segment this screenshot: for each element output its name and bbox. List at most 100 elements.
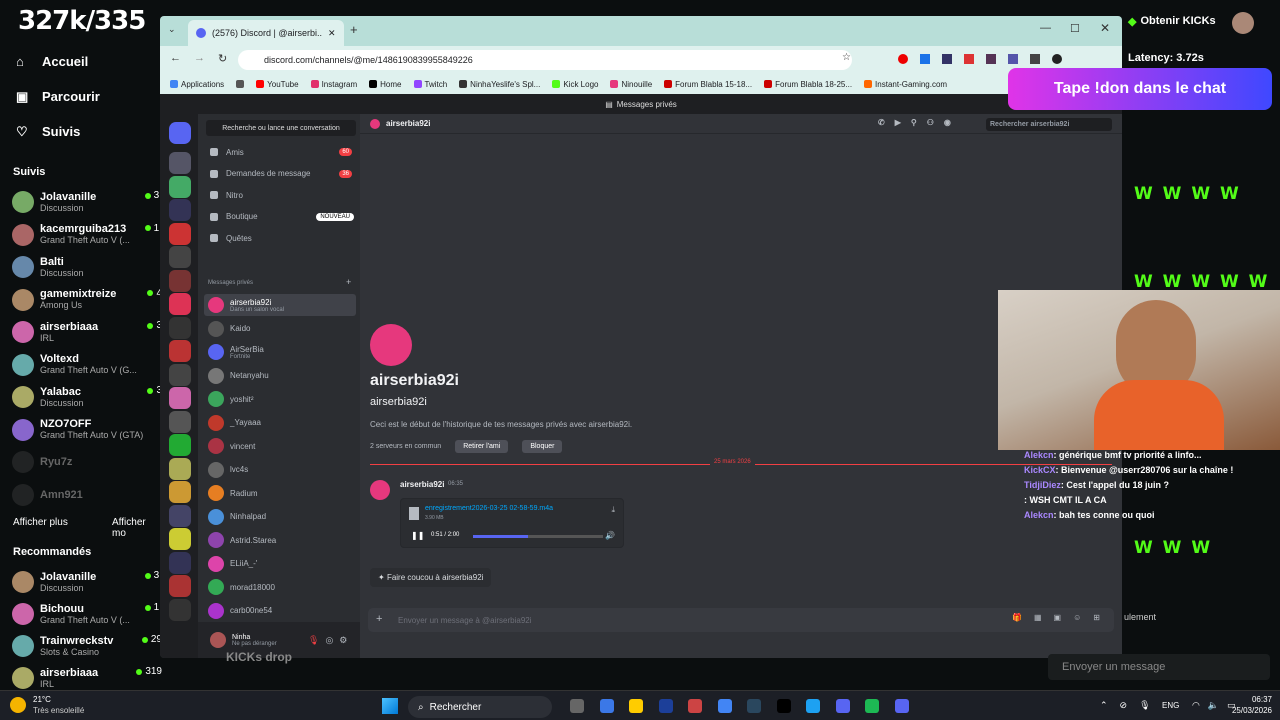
- chat-username[interactable]: Alekcn: [1024, 450, 1054, 460]
- dm-item[interactable]: morad18000: [204, 576, 356, 598]
- server-icon[interactable]: [169, 387, 191, 409]
- taskbar-search[interactable]: ⌕ Rechercher: [408, 696, 552, 718]
- extension-icon[interactable]: [898, 54, 908, 64]
- dm-item[interactable]: AirSerBia Fortnite: [204, 341, 356, 363]
- attach-plus-icon[interactable]: +: [376, 613, 382, 625]
- settings-gear-icon[interactable]: ⚙: [339, 635, 347, 646]
- dm-home-icon[interactable]: [169, 122, 191, 144]
- dm-item[interactable]: Radium: [204, 482, 356, 504]
- server-icon[interactable]: [169, 410, 191, 433]
- extension-icon[interactable]: [1008, 54, 1018, 64]
- premiere-icon[interactable]: [658, 699, 673, 713]
- download-icon[interactable]: ⤓: [611, 505, 615, 515]
- network-off-icon[interactable]: ⊘: [1120, 700, 1128, 711]
- extension-icon[interactable]: [964, 54, 974, 64]
- bookmark-item[interactable]: Kick Logo: [552, 80, 598, 89]
- avatar[interactable]: [370, 480, 390, 500]
- chat-username[interactable]: Alekcn: [1024, 510, 1054, 520]
- followed-channel[interactable]: kacemrguiba213 Grand Theft Auto V (... 1,: [12, 219, 162, 251]
- extension-icon[interactable]: [986, 54, 996, 64]
- followed-channel[interactable]: Ryu7z: [12, 446, 162, 478]
- profile-icon[interactable]: ◉: [944, 118, 951, 127]
- pin-icon[interactable]: ⚲: [911, 118, 917, 127]
- spotify-icon[interactable]: [865, 699, 879, 713]
- bookmark-star-icon[interactable]: ☆: [842, 52, 851, 63]
- video-icon[interactable]: ▶: [895, 118, 901, 127]
- show-more[interactable]: Afficher plus: [13, 517, 68, 528]
- dm-nav-nitro[interactable]: Nitro: [206, 185, 356, 205]
- server-icon[interactable]: [169, 293, 191, 315]
- followed-channel[interactable]: Jolavanille Discussion 3,: [12, 186, 162, 218]
- forward-icon[interactable]: →: [194, 52, 205, 64]
- server-icon[interactable]: [169, 175, 191, 198]
- dm-item[interactable]: airserbia92i Dans un salon vocal: [204, 294, 356, 316]
- server-icon[interactable]: [169, 316, 191, 339]
- avatar[interactable]: [370, 324, 412, 366]
- discord-icon[interactable]: [894, 699, 909, 713]
- followed-channel[interactable]: gamemixtreizeAmong Us4: [12, 284, 162, 316]
- close-tab-icon[interactable]: ✕: [328, 28, 336, 39]
- server-icon[interactable]: [169, 152, 191, 174]
- file-explorer-icon[interactable]: [629, 699, 643, 713]
- followed-channel[interactable]: YalabacDiscussion3: [12, 381, 162, 413]
- add-friend-icon[interactable]: ⚇: [927, 118, 934, 127]
- followed-channel[interactable]: Voltexd Grand Theft Auto V (G...: [12, 349, 162, 381]
- kick-logo[interactable]: 327k/335: [18, 6, 146, 36]
- bookmark-item[interactable]: NinhaYeslife's Spl...: [459, 80, 540, 89]
- minimize-icon[interactable]: —: [1040, 22, 1051, 34]
- server-icon[interactable]: [169, 457, 191, 480]
- bookmark-item[interactable]: [236, 80, 245, 88]
- bookmark-item[interactable]: Forum Blabla 18-25...: [764, 80, 852, 89]
- followed-channel[interactable]: NZO7OFF Grand Theft Auto V (GTA): [12, 414, 162, 446]
- tab-list-icon[interactable]: ⌄: [168, 24, 176, 35]
- kick-send-message-input[interactable]: Envoyer un message: [1048, 654, 1270, 680]
- bookmark-item[interactable]: Forum Blabla 15-18...: [664, 80, 752, 89]
- emoji-icon[interactable]: ☺: [1073, 613, 1081, 622]
- dm-search[interactable]: Recherche ou lance une conversation: [206, 120, 356, 136]
- sticker-icon[interactable]: ▣: [1054, 613, 1062, 622]
- avatar[interactable]: [1232, 12, 1254, 34]
- server-icon[interactable]: [169, 246, 191, 268]
- steam-icon[interactable]: [747, 699, 761, 713]
- new-tab-icon[interactable]: +: [350, 22, 358, 37]
- reload-icon[interactable]: ↻: [218, 52, 227, 65]
- server-icon[interactable]: [169, 551, 191, 574]
- dm-item[interactable]: yoshit²: [204, 388, 356, 410]
- server-icon[interactable]: [169, 575, 191, 597]
- mic-icon[interactable]: 🎙: [1139, 700, 1150, 711]
- wave-button[interactable]: ✦ Faire coucou à airserbia92i: [370, 568, 492, 587]
- call-icon[interactable]: ✆: [878, 118, 885, 127]
- maximize-icon[interactable]: ☐: [1070, 22, 1080, 35]
- apps-icon[interactable]: ⊞: [1093, 613, 1100, 622]
- chat-search-input[interactable]: Rechercher airserbia92i: [986, 118, 1112, 131]
- server-icon[interactable]: [169, 528, 191, 550]
- dm-item[interactable]: Astrid.Starea: [204, 529, 356, 551]
- chrome-icon[interactable]: [717, 699, 732, 713]
- bookmark-item[interactable]: Applications: [170, 80, 224, 89]
- dm-nav-quêtes[interactable]: Quêtes: [206, 228, 356, 248]
- bookmark-item[interactable]: Home: [369, 80, 402, 89]
- dm-item[interactable]: Kaido: [204, 318, 356, 340]
- clock-time[interactable]: 06:37: [1222, 695, 1272, 704]
- server-icon[interactable]: [169, 363, 191, 386]
- bookmark-item[interactable]: Instant-Gaming.com: [864, 80, 947, 89]
- chat-username[interactable]: TidjiDiez: [1024, 480, 1061, 490]
- mic-muted-icon[interactable]: 🎙: [308, 635, 319, 646]
- dm-item[interactable]: lvc4s: [204, 459, 356, 481]
- recommended-channel[interactable]: Bichouu Grand Theft Auto V (... 1,: [12, 598, 162, 630]
- bookmark-item[interactable]: YouTube: [256, 80, 299, 89]
- show-less[interactable]: Afficher mo: [112, 517, 160, 539]
- pause-icon[interactable]: ❚❚: [411, 531, 424, 540]
- gift-icon[interactable]: 🎁: [1012, 613, 1022, 622]
- puzzle-icon[interactable]: [1030, 54, 1040, 64]
- dm-item[interactable]: Ninhalpad: [204, 506, 356, 528]
- nav-home[interactable]: ⌂ Accueil: [16, 49, 88, 73]
- bookmark-item[interactable]: Ninouille: [610, 80, 652, 89]
- back-icon[interactable]: ←: [170, 52, 181, 64]
- dm-item[interactable]: _Yayaaa: [204, 412, 356, 434]
- extension-icon[interactable]: [920, 54, 930, 64]
- server-icon[interactable]: [169, 269, 191, 292]
- dm-item[interactable]: ELiiA_-': [204, 553, 356, 575]
- language-indicator[interactable]: ENG: [1162, 701, 1179, 710]
- block-button[interactable]: Bloquer: [522, 440, 563, 453]
